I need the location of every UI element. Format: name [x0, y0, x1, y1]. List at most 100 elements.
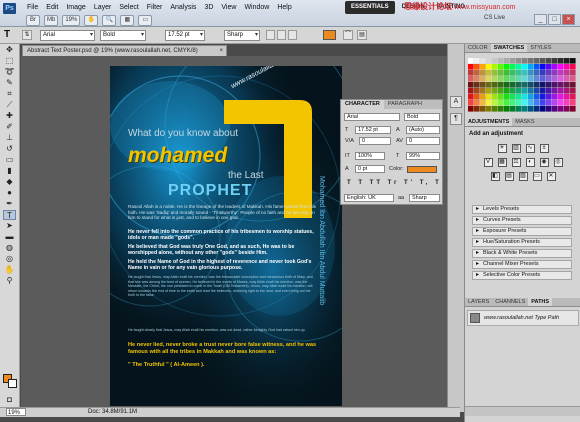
- dodge-tool-icon[interactable]: ●: [3, 188, 16, 198]
- swatch-cell[interactable]: [540, 76, 546, 82]
- 3d-rotate-tool-icon[interactable]: ◍: [3, 243, 16, 253]
- swatch-cell[interactable]: [558, 106, 564, 112]
- swatch-cell[interactable]: [546, 88, 552, 94]
- swatch-cell[interactable]: [534, 64, 540, 70]
- swatch-cell[interactable]: [552, 82, 558, 88]
- swatch-cell[interactable]: [486, 106, 492, 112]
- swatch-cell[interactable]: [516, 106, 522, 112]
- preset-hue-saturation[interactable]: Hue/Saturation Presets: [472, 238, 572, 247]
- swatch-cell[interactable]: [480, 58, 486, 64]
- arrange-documents-icon[interactable]: ▦: [120, 15, 135, 26]
- character-icon[interactable]: A: [450, 96, 462, 108]
- tab-layers[interactable]: LAYERS: [465, 298, 492, 306]
- char-kerning[interactable]: 0: [359, 137, 391, 145]
- swatch-cell[interactable]: [528, 70, 534, 76]
- swatch-cell[interactable]: [504, 94, 510, 100]
- swatch-cell[interactable]: [522, 88, 528, 94]
- quick-select-tool-icon[interactable]: ✎: [3, 78, 16, 88]
- swatch-cell[interactable]: [504, 100, 510, 106]
- path-row[interactable]: www.rasoulallah.net Type Path: [467, 310, 579, 326]
- screen-mode-icon[interactable]: ▭: [138, 15, 153, 26]
- menu-analysis[interactable]: Analysis: [166, 3, 200, 12]
- swatch-cell[interactable]: [528, 94, 534, 100]
- swatch-cell[interactable]: [564, 82, 570, 88]
- swatch-cell[interactable]: [498, 106, 504, 112]
- menu-file[interactable]: File: [23, 3, 42, 12]
- swatch-cell[interactable]: [558, 70, 564, 76]
- text-color-swatch[interactable]: [323, 30, 336, 40]
- char-size[interactable]: 17.52 pt: [355, 126, 391, 134]
- swatch-cell[interactable]: [540, 100, 546, 106]
- font-style-select[interactable]: Bold: [100, 30, 146, 41]
- eyedropper-tool-icon[interactable]: ⟋: [3, 100, 16, 110]
- swatch-cell[interactable]: [570, 88, 576, 94]
- eraser-tool-icon[interactable]: ▭: [3, 155, 16, 165]
- warp-text-icon[interactable]: ⌒: [343, 30, 353, 40]
- swatch-cell[interactable]: [516, 100, 522, 106]
- swatch-cell[interactable]: [534, 76, 540, 82]
- swatch-cell[interactable]: [564, 106, 570, 112]
- swatch-cell[interactable]: [480, 64, 486, 70]
- swatch-cell[interactable]: [552, 88, 558, 94]
- swatch-cell[interactable]: [522, 106, 528, 112]
- swatch-cell[interactable]: [498, 100, 504, 106]
- brush-tool-icon[interactable]: ✐: [3, 122, 16, 132]
- swatch-cell[interactable]: [498, 88, 504, 94]
- crop-tool-icon[interactable]: ⌗: [3, 89, 16, 99]
- swatch-cell[interactable]: [492, 58, 498, 64]
- swatch-cell[interactable]: [552, 76, 558, 82]
- menu-select[interactable]: Select: [115, 3, 142, 12]
- swatch-cell[interactable]: [492, 70, 498, 76]
- swatch-cell[interactable]: [474, 76, 480, 82]
- close-icon[interactable]: ×: [562, 14, 575, 25]
- tab-masks[interactable]: MASKS: [512, 118, 537, 126]
- char-color-swatch[interactable]: [407, 166, 437, 173]
- hand-icon[interactable]: ✋: [84, 15, 99, 26]
- char-baseline[interactable]: 0 pt: [355, 165, 385, 173]
- swatch-cell[interactable]: [504, 70, 510, 76]
- swatch-cell[interactable]: [486, 100, 492, 106]
- character-panel-icon[interactable]: ▤: [357, 30, 367, 40]
- swatch-cell[interactable]: [468, 70, 474, 76]
- swatch-cell[interactable]: [486, 58, 492, 64]
- swatch-cell[interactable]: [516, 94, 522, 100]
- swatch-cell[interactable]: [492, 76, 498, 82]
- threshold-icon[interactable]: ▨: [518, 172, 528, 181]
- swatch-cell[interactable]: [558, 94, 564, 100]
- tab-channels[interactable]: CHANNELS: [492, 298, 528, 306]
- swatch-cell[interactable]: [558, 88, 564, 94]
- font-size-select[interactable]: 17.52 pt: [165, 30, 205, 41]
- levels-icon[interactable]: ▥: [511, 144, 521, 153]
- curves-icon[interactable]: ∿: [525, 144, 535, 153]
- type-tool-icon[interactable]: T: [3, 210, 16, 220]
- color-balance-icon[interactable]: ⚖: [511, 158, 521, 167]
- swatch-cell[interactable]: [480, 82, 486, 88]
- close-document-icon[interactable]: ×: [219, 46, 223, 56]
- char-font-family[interactable]: Arial: [344, 113, 400, 121]
- swatch-cell[interactable]: [534, 106, 540, 112]
- tab-paragraph[interactable]: PARAGRAPH: [384, 100, 426, 109]
- swatch-cell[interactable]: [534, 70, 540, 76]
- align-left-icon[interactable]: [266, 30, 275, 40]
- marquee-tool-icon[interactable]: ⬚: [3, 56, 16, 66]
- font-family-select[interactable]: Arial: [40, 30, 95, 41]
- swatch-cell[interactable]: [516, 76, 522, 82]
- lasso-tool-icon[interactable]: ➰: [3, 67, 16, 77]
- swatch-cell[interactable]: [504, 76, 510, 82]
- swatch-cell[interactable]: [492, 64, 498, 70]
- swatch-cell[interactable]: [474, 94, 480, 100]
- swatch-cell[interactable]: [552, 94, 558, 100]
- swatch-cell[interactable]: [486, 88, 492, 94]
- swatch-cell[interactable]: [534, 58, 540, 64]
- swatch-cell[interactable]: [510, 76, 516, 82]
- swatch-cell[interactable]: [474, 100, 480, 106]
- swatch-cell[interactable]: [510, 58, 516, 64]
- char-vertical-scale[interactable]: 100%: [355, 152, 385, 160]
- tab-adjustments[interactable]: ADJUSTMENTS: [465, 118, 513, 126]
- tab-styles[interactable]: STYLES: [527, 44, 554, 52]
- bridge-button[interactable]: Br: [26, 15, 40, 26]
- zoom-icon[interactable]: 🔍: [102, 15, 117, 26]
- swatch-cell[interactable]: [504, 64, 510, 70]
- swatch-cell[interactable]: [522, 100, 528, 106]
- 3d-orbit-tool-icon[interactable]: ◎: [3, 254, 16, 264]
